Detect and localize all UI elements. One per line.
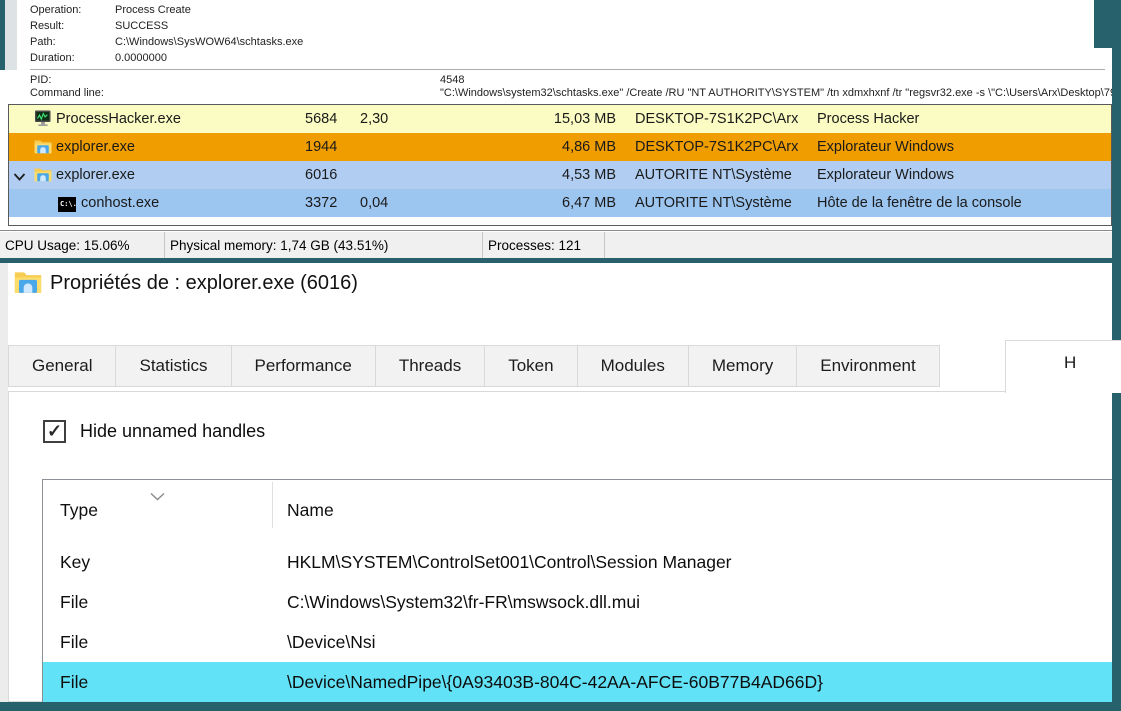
properties-dialog-title: Propriétés de : explorer.exe (6016) bbox=[50, 272, 358, 295]
process-user: AUTORITE NT\Système bbox=[635, 189, 792, 217]
tab-general[interactable]: General bbox=[8, 345, 116, 387]
handle-name-cell: \Device\Nsi bbox=[287, 622, 376, 662]
process-pid: 6016 bbox=[305, 161, 337, 189]
handle-name-cell: C:\Windows\System32\fr-FR\mswsock.dll.mu… bbox=[287, 582, 640, 622]
tab-threads[interactable]: Threads bbox=[375, 345, 485, 387]
handle-row-selected[interactable]: File \Device\NamedPipe\{0A93403B-804C-42… bbox=[43, 662, 1113, 702]
process-hacker-icon bbox=[34, 110, 52, 127]
handle-type-cell: Key bbox=[60, 542, 90, 582]
handles-table: Type Name Key HKLM\SYSTEM\ControlSet001\… bbox=[42, 479, 1114, 703]
tree-expand-chevron-icon[interactable] bbox=[12, 170, 27, 186]
composite-analysis-screenshot: Operation: Process Create Result: SUCCES… bbox=[0, 0, 1121, 711]
process-description: Explorateur Windows bbox=[817, 133, 954, 161]
tab-memory[interactable]: Memory bbox=[688, 345, 797, 387]
tab-environment[interactable]: Environment bbox=[796, 345, 939, 387]
tab-modules[interactable]: Modules bbox=[577, 345, 689, 387]
process-name: conhost.exe bbox=[81, 189, 159, 217]
process-description: Explorateur Windows bbox=[817, 161, 954, 189]
field-label: Path: bbox=[30, 36, 56, 49]
column-header-type[interactable]: Type bbox=[60, 500, 98, 521]
process-pid: 3372 bbox=[305, 189, 337, 217]
left-gutter bbox=[5, 0, 17, 70]
cpu-usage-status: CPU Usage: 15.06% bbox=[0, 232, 165, 258]
process-user: DESKTOP-7S1K2PC\Arx bbox=[635, 133, 798, 161]
field-label: Duration: bbox=[30, 52, 75, 65]
process-description: Process Hacker bbox=[817, 105, 919, 133]
handles-table-header: Type Name bbox=[43, 480, 1113, 542]
process-name: ProcessHacker.exe bbox=[56, 105, 181, 133]
field-value: C:\Windows\SysWOW64\schtasks.exe bbox=[115, 36, 303, 49]
column-header-name[interactable]: Name bbox=[287, 500, 334, 521]
field-value: Process Create bbox=[115, 4, 191, 17]
handle-row[interactable]: File \Device\Nsi bbox=[43, 622, 1113, 662]
status-bar: CPU Usage: 15.06% Physical memory: 1,74 … bbox=[0, 232, 1113, 258]
column-divider[interactable] bbox=[272, 482, 273, 528]
frame-accent-bottom bbox=[0, 702, 1121, 711]
handle-type-cell: File bbox=[60, 622, 88, 662]
process-user: DESKTOP-7S1K2PC\Arx bbox=[635, 105, 798, 133]
process-memory: 6,47 MB bbox=[439, 189, 616, 217]
process-description: Hôte de la fenêtre de la console bbox=[817, 189, 1022, 217]
console-window-icon: C:\. bbox=[58, 194, 76, 211]
handle-name-cell: HKLM\SYSTEM\ControlSet001\Control\Sessio… bbox=[287, 542, 732, 582]
separator-line bbox=[30, 69, 1105, 70]
handle-name-cell: \Device\NamedPipe\{0A93403B-804C-42AA-AF… bbox=[287, 662, 823, 702]
process-memory: 4,53 MB bbox=[439, 161, 616, 189]
physical-memory-status: Physical memory: 1,74 GB (43.51%) bbox=[165, 232, 483, 258]
process-memory: 15,03 MB bbox=[439, 105, 616, 133]
process-row-processhacker[interactable]: ProcessHacker.exe 5684 2,30 15,03 MB DES… bbox=[9, 105, 1111, 133]
explorer-folder-icon bbox=[14, 270, 42, 299]
handle-type-cell: File bbox=[60, 582, 88, 622]
window-border-line bbox=[0, 230, 1113, 231]
process-row-conhost[interactable]: C:\. conhost.exe 3372 0,04 6,47 MB AUTOR… bbox=[9, 189, 1111, 217]
field-value: 0.0000000 bbox=[115, 52, 167, 65]
process-pid: 5684 bbox=[305, 105, 337, 133]
process-row-explorer-6016[interactable]: explorer.exe 6016 4,53 MB AUTORITE NT\Sy… bbox=[9, 161, 1111, 189]
process-cpu: 2,30 bbox=[360, 105, 388, 133]
sort-chevron-icon bbox=[149, 485, 166, 506]
frame-accent-divider bbox=[0, 258, 1121, 263]
process-user: AUTORITE NT\Système bbox=[635, 161, 792, 189]
process-cpu: 0,04 bbox=[360, 189, 388, 217]
process-list: ProcessHacker.exe 5684 2,30 15,03 MB DES… bbox=[8, 104, 1112, 226]
tab-token[interactable]: Token bbox=[484, 345, 577, 387]
process-pid: 1944 bbox=[305, 133, 337, 161]
field-value: SUCCESS bbox=[115, 20, 168, 33]
process-memory: 4,86 MB bbox=[439, 133, 616, 161]
process-name: explorer.exe bbox=[56, 161, 135, 189]
hide-unnamed-handles-checkbox[interactable]: ✓ bbox=[43, 420, 66, 443]
handle-type-cell: File bbox=[60, 662, 88, 702]
field-value: 4548 bbox=[440, 74, 464, 87]
field-label: Result: bbox=[30, 20, 64, 33]
handle-row[interactable]: Key HKLM\SYSTEM\ControlSet001\Control\Se… bbox=[43, 542, 1113, 582]
properties-tab-bar: General Statistics Performance Threads T… bbox=[8, 345, 1113, 391]
explorer-folder-icon bbox=[34, 138, 52, 155]
field-label: PID: bbox=[30, 74, 51, 87]
tab-handles[interactable]: H bbox=[1005, 340, 1121, 393]
tab-statistics[interactable]: Statistics bbox=[115, 345, 231, 387]
handles-tab-panel: ✓ Hide unnamed handles Type Name Key HKL… bbox=[8, 391, 1113, 702]
checkbox-label[interactable]: Hide unnamed handles bbox=[80, 421, 265, 442]
dialog-left-gutter bbox=[0, 263, 8, 702]
processes-count-status: Processes: 121 bbox=[483, 232, 605, 258]
field-label: Operation: bbox=[30, 4, 81, 17]
tab-performance[interactable]: Performance bbox=[231, 345, 376, 387]
process-name: explorer.exe bbox=[56, 133, 135, 161]
explorer-folder-icon bbox=[34, 166, 52, 183]
checkmark-icon: ✓ bbox=[47, 421, 62, 442]
process-row-explorer-1944[interactable]: explorer.exe 1944 4,86 MB DESKTOP-7S1K2P… bbox=[9, 133, 1111, 161]
field-label: Command line: bbox=[30, 87, 104, 100]
command-line-value: "C:\Windows\system32\schtasks.exe" /Crea… bbox=[440, 87, 1112, 100]
handle-row[interactable]: File C:\Windows\System32\fr-FR\mswsock.d… bbox=[43, 582, 1113, 622]
